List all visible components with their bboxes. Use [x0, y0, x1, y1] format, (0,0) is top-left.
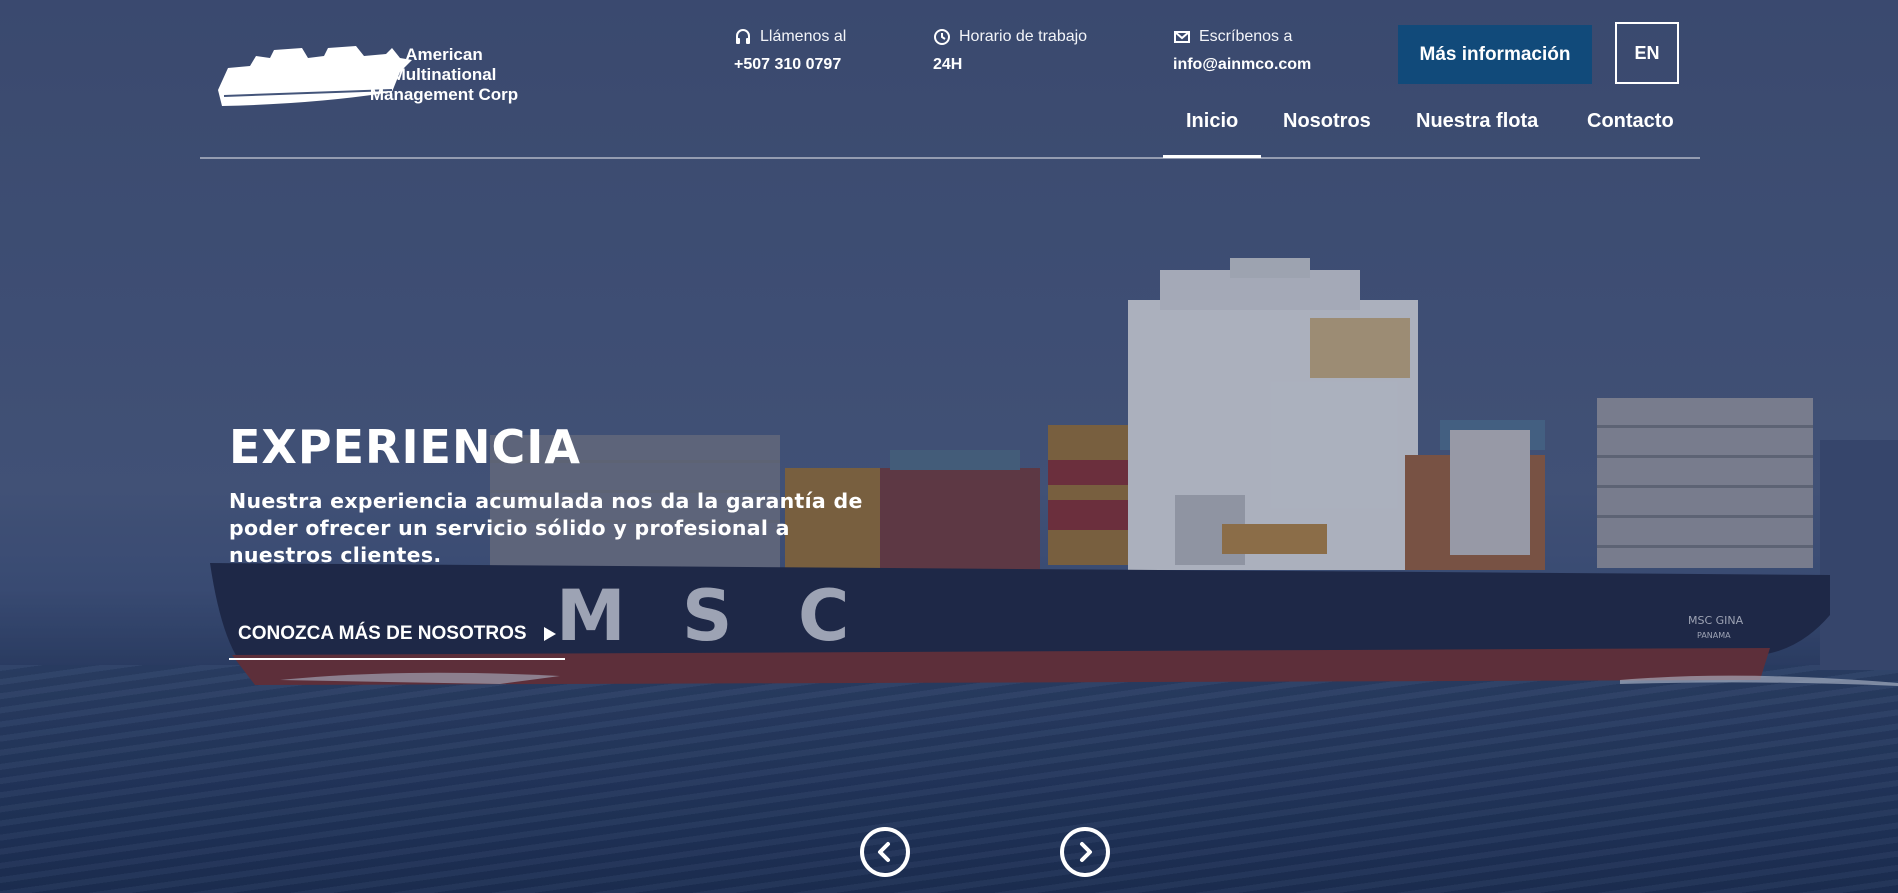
logo-line-3: Management Corp — [370, 85, 518, 104]
contact-hours: Horario de trabajo 24H — [933, 26, 1087, 74]
nav-active-indicator — [1163, 155, 1261, 158]
nav-item-nuestra-flota[interactable]: Nuestra flota — [1416, 110, 1538, 133]
hero-section: M S C MSC GINA PANAMA American Multinati… — [0, 0, 1898, 893]
nav-item-contacto[interactable]: Contacto — [1587, 110, 1674, 133]
slider-prev-button[interactable] — [860, 827, 910, 877]
company-logo[interactable]: American Multinational Management Corp — [216, 42, 534, 110]
learn-more-link[interactable]: CONOZCA MÁS DE NOSOTROS — [229, 610, 565, 660]
hours-value: 24H — [933, 56, 963, 73]
hours-label: Horario de trabajo — [959, 28, 1088, 45]
envelope-icon — [1174, 31, 1190, 43]
hero-description: Nuestra experiencia acumulada nos da la … — [229, 489, 863, 567]
chevron-left-circle-icon — [878, 842, 890, 862]
ship-logo-icon: American Multinational Management Corp — [218, 45, 518, 106]
language-switch-button[interactable]: EN — [1615, 22, 1679, 84]
email-label: Escríbenos a — [1199, 28, 1293, 45]
headset-icon — [736, 29, 750, 44]
nav-item-nosotros[interactable]: Nosotros — [1283, 110, 1371, 133]
phone-label: Llámenos al — [760, 28, 847, 45]
contact-email[interactable]: Escríbenos a info@ainmco.com — [1173, 26, 1311, 74]
contact-phone[interactable]: Llámenos al +507 310 0797 — [734, 26, 846, 74]
learn-more-label: CONOZCA MÁS DE NOSOTROS — [238, 623, 527, 644]
logo-line-2: Multinational — [392, 65, 497, 84]
nav-divider — [200, 157, 1700, 159]
slider-next-button[interactable] — [1060, 827, 1110, 877]
nav-item-inicio[interactable]: Inicio — [1186, 110, 1238, 133]
play-arrow-icon — [543, 627, 556, 641]
hero-content: EXPERIENCIA Nuestra experiencia acumulad… — [229, 420, 869, 590]
logo-line-1: American — [405, 45, 482, 64]
clock-icon — [934, 29, 950, 45]
hero-title: EXPERIENCIA — [229, 420, 581, 474]
phone-number[interactable]: +507 310 0797 — [734, 56, 846, 74]
site-header: American Multinational Management Corp L… — [0, 0, 1898, 160]
email-address[interactable]: info@ainmco.com — [1173, 56, 1311, 74]
chevron-right-circle-icon — [1080, 842, 1092, 862]
more-info-button[interactable]: Más información — [1398, 25, 1592, 84]
